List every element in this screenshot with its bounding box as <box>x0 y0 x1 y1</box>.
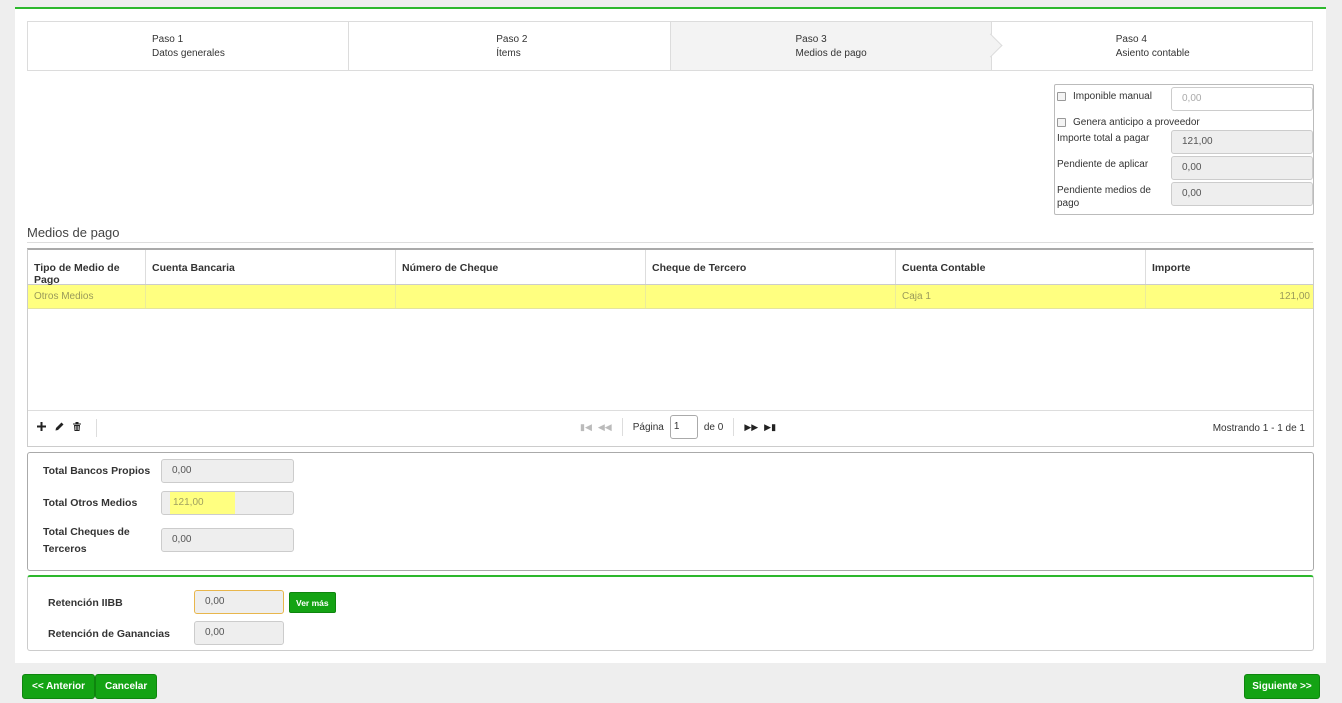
col-header-tipo[interactable]: Tipo de Medio de Pago <box>28 250 146 286</box>
total-bancos-input: 0,00 <box>161 459 294 483</box>
total-otros-value: 121,00 <box>170 492 235 514</box>
next-page-icon[interactable]: ▶▶ <box>744 422 758 433</box>
col-header-numero-cheque[interactable]: Número de Cheque <box>396 250 646 284</box>
col-header-cuenta-bancaria[interactable]: Cuenta Bancaria <box>146 250 396 284</box>
tools-separator <box>96 419 97 437</box>
imponible-manual-input[interactable]: 0,00 <box>1171 87 1313 111</box>
cell-cheque-tercero <box>646 285 896 308</box>
wizard-step-3[interactable]: Paso 3 Medios de pago <box>670 22 992 70</box>
retencion-ganancias-label: Retención de Ganancias <box>48 628 170 640</box>
pendiente-medios-label: Pendiente medios de pago <box>1057 185 1151 209</box>
step-title: Paso 3 <box>795 34 827 45</box>
pendiente-medios-input: 0,00 <box>1171 182 1313 206</box>
siguiente-button[interactable]: Siguiente >> <box>1244 674 1320 699</box>
cell-importe: 121,00 <box>1279 291 1310 302</box>
total-otros-input: 121,00 <box>161 491 294 515</box>
retencion-iibb-input[interactable]: 0,00 <box>194 590 284 614</box>
importe-total-label: Importe total a pagar <box>1057 133 1150 144</box>
genera-anticipo-label: Genera anticipo a proveedor <box>1073 117 1200 128</box>
totals-box: Total Bancos Propios 0,00 Total Otros Me… <box>27 452 1314 571</box>
step-title: Paso 1 <box>152 34 184 45</box>
total-cheques-input: 0,00 <box>161 528 294 552</box>
table-row[interactable]: Otros Medios Caja 1 121,00 <box>28 285 1313 309</box>
cell-numero-cheque <box>396 285 646 308</box>
page-number-input[interactable]: 1 <box>669 415 698 439</box>
delete-icon[interactable] <box>73 422 81 434</box>
pager-separator <box>733 418 735 436</box>
step-subtitle: Asiento contable <box>1115 48 1190 59</box>
imponible-manual-checkbox[interactable] <box>1057 92 1066 101</box>
grid-header: Tipo de Medio de Pago Cuenta Bancaria Nú… <box>28 250 1313 286</box>
col-header-cuenta-contable[interactable]: Cuenta Contable <box>896 250 1146 284</box>
step-subtitle: Medios de pago <box>795 48 867 59</box>
cancelar-button[interactable]: Cancelar <box>95 674 158 699</box>
first-page-icon[interactable]: ▮◀ <box>580 422 592 433</box>
wizard-steps: Paso 1 Datos generales Paso 2 Ítems Paso… <box>27 21 1313 71</box>
section-divider <box>27 242 1313 243</box>
wizard-step-4[interactable]: Paso 4 Asiento contable <box>992 22 1312 70</box>
pagination: ▮◀ ◀◀ Página 1 de 0 ▶▶ ▶▮ <box>580 415 776 439</box>
payment-summary: Imponible manual 0,00 Genera anticipo a … <box>1054 84 1314 215</box>
total-bancos-label: Total Bancos Propios <box>43 465 151 477</box>
genera-anticipo-checkbox[interactable] <box>1057 118 1066 127</box>
retencion-ganancias-input: 0,00 <box>194 621 284 645</box>
prev-page-icon[interactable]: ◀◀ <box>598 422 612 433</box>
col-header-cheque-tercero[interactable]: Cheque de Tercero <box>646 250 896 284</box>
retencion-iibb-label: Retención IIBB <box>48 597 123 609</box>
step-subtitle: Ítems <box>496 48 521 59</box>
step-subtitle: Datos generales <box>152 48 225 59</box>
page-label: Página <box>632 421 664 433</box>
medios-grid: Tipo de Medio de Pago Cuenta Bancaria Nú… <box>27 248 1314 447</box>
records-count: Mostrando 1 - 1 de 1 <box>1212 423 1305 434</box>
page-of-label: de 0 <box>703 421 724 433</box>
ver-mas-button[interactable]: Ver más <box>289 592 336 613</box>
edit-icon[interactable] <box>55 422 64 434</box>
col-header-importe[interactable]: Importe <box>1146 250 1313 284</box>
cell-tipo: Otros Medios <box>28 285 146 308</box>
anterior-button[interactable]: << Anterior <box>22 674 95 699</box>
wizard-step-2[interactable]: Paso 2 Ítems <box>349 22 671 70</box>
step-title: Paso 2 <box>496 34 528 45</box>
grid-pager: ▮◀ ◀◀ Página 1 de 0 ▶▶ ▶▮ Mostrando 1 - … <box>28 410 1313 446</box>
add-icon[interactable] <box>37 422 46 434</box>
imponible-manual-row: Imponible manual <box>1057 91 1152 102</box>
grid-tools <box>37 422 81 434</box>
genera-anticipo-row: Genera anticipo a proveedor <box>1057 117 1200 128</box>
pager-separator <box>621 418 623 436</box>
cell-cuenta-contable: Caja 1 <box>896 285 1146 308</box>
main-panel: Paso 1 Datos generales Paso 2 Ítems Paso… <box>15 7 1326 663</box>
wizard-step-1[interactable]: Paso 1 Datos generales <box>28 22 350 70</box>
retenciones-box: Retención IIBB 0,00 Ver más Retención de… <box>27 575 1314 651</box>
pendiente-aplicar-label: Pendiente de aplicar <box>1057 159 1149 170</box>
medios-section-title: Medios de pago <box>27 225 120 240</box>
last-page-icon[interactable]: ▶▮ <box>764 422 776 433</box>
pendiente-aplicar-input: 0,00 <box>1171 156 1313 180</box>
imponible-manual-label: Imponible manual <box>1073 91 1152 102</box>
total-cheques-label: Total Cheques de Terceros <box>43 526 130 555</box>
total-otros-label: Total Otros Medios <box>43 497 138 509</box>
importe-total-input: 121,00 <box>1171 130 1313 154</box>
cell-cuenta-bancaria <box>146 285 396 308</box>
step-title: Paso 4 <box>1115 34 1147 45</box>
